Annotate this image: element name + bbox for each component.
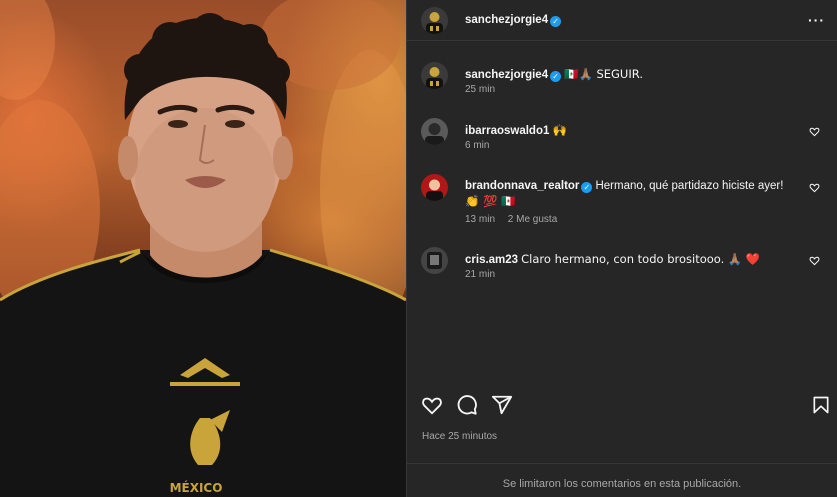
comment-likes[interactable]: 2 Me gusta <box>508 214 557 225</box>
avatar[interactable] <box>421 174 448 201</box>
player-illustration: MÉXICO <box>0 0 406 497</box>
action-bar <box>407 385 837 425</box>
comment-username[interactable]: cris.am23 <box>465 254 518 266</box>
post-details-panel: sanchezjorgie4 ✓ ··· sanchezjorgie4 ✓ 🇲🇽🙏🏽… <box>406 0 837 497</box>
comments-limited-notice: Se limitaron los comentarios en esta pub… <box>407 463 837 497</box>
post-header: sanchezjorgie4 ✓ ··· <box>407 0 837 41</box>
comment-text: Claro hermano, con todo brositooo. 🙏🏽 ❤️ <box>521 252 761 266</box>
heart-icon[interactable] <box>809 126 820 137</box>
comment-time[interactable]: 13 min <box>465 214 495 225</box>
avatar[interactable] <box>421 118 448 145</box>
jersey-wordmark: MÉXICO <box>170 480 223 495</box>
post-timestamp[interactable]: Hace 25 minutos <box>422 431 497 442</box>
caption-time[interactable]: 25 min <box>465 84 495 95</box>
comment-text: 🙌 <box>552 123 567 137</box>
instagram-post-viewer: MÉXICO sanchezjorgie4 ✓ ··· sanchezjorgie… <box>0 0 837 497</box>
header-username[interactable]: sanchezjorgie4 <box>465 14 548 26</box>
caption-username[interactable]: sanchezjorgie4 <box>465 69 548 81</box>
comment-text-emoji: 👏 💯 🇲🇽 <box>465 194 516 208</box>
heart-icon[interactable] <box>421 394 443 416</box>
comment-time[interactable]: 6 min <box>465 140 489 151</box>
comment-icon[interactable] <box>456 394 478 416</box>
verified-badge-icon: ✓ <box>581 182 593 193</box>
more-options-icon[interactable]: ··· <box>808 12 825 28</box>
heart-icon[interactable] <box>809 255 820 266</box>
heart-icon[interactable] <box>809 182 820 193</box>
avatar[interactable] <box>421 62 448 89</box>
bookmark-icon[interactable] <box>811 394 831 416</box>
post-photo[interactable]: MÉXICO <box>0 0 406 497</box>
verified-badge-icon: ✓ <box>550 71 562 82</box>
comment-username[interactable]: brandonnava_realtor <box>465 180 579 192</box>
comment-username[interactable]: ibarraoswaldo1 <box>465 125 549 137</box>
avatar[interactable] <box>421 247 448 274</box>
caption-text: 🇲🇽🙏🏽 SEGUIR. <box>564 67 643 81</box>
comment-time[interactable]: 21 min <box>465 269 495 280</box>
share-icon[interactable] <box>491 394 513 416</box>
avatar[interactable] <box>421 7 448 34</box>
comment-text: Hermano, qué partidazo hiciste ayer! <box>595 180 784 192</box>
verified-badge-icon: ✓ <box>550 16 562 27</box>
